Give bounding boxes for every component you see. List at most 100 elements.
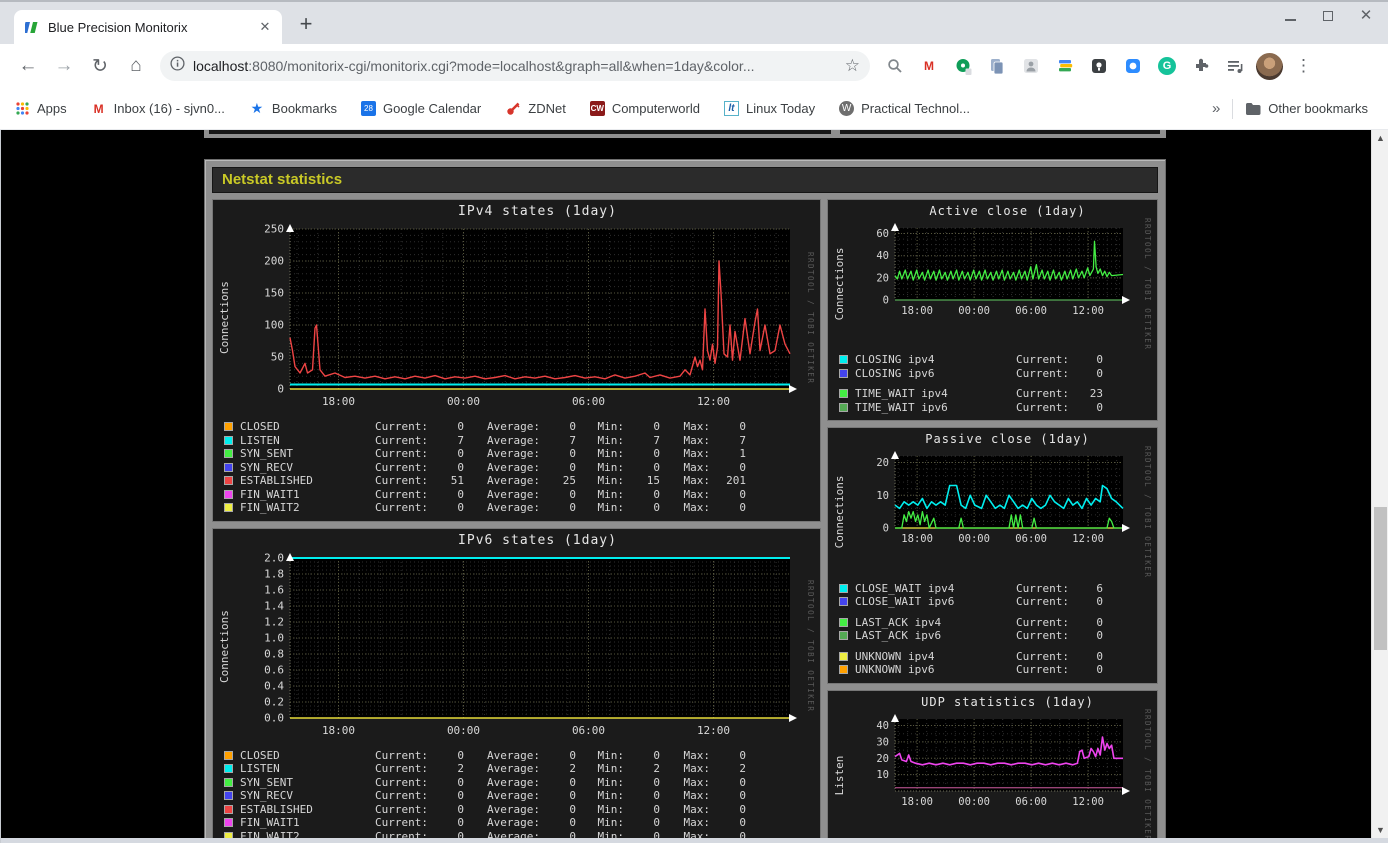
svg-text:40: 40 [876,720,889,732]
legend-swatch [839,368,848,378]
svg-text:06:00: 06:00 [572,395,605,408]
copy-pages-extension-icon[interactable] [984,53,1010,79]
legend-label: FIN_WAIT2 [240,501,300,514]
svg-text:0.4: 0.4 [264,679,284,692]
chart-ipv6-states[interactable]: IPv6 states (1day) Connections 0.0 0.2 0.4 0.… [212,527,821,839]
y-axis-label: Listen [833,754,846,795]
gmail-extension-icon[interactable]: M [916,53,942,79]
bookmark-practical-technology[interactable]: W Practical Technol... [839,101,970,116]
scroll-up-icon[interactable]: ▲ [1372,130,1388,146]
bookmark-apps[interactable]: Apps [14,101,67,117]
legend-swatch [224,764,233,773]
stat-value: 0 [457,487,464,501]
address-bar[interactable]: localhost:8080/monitorix-cgi/monitorix.c… [160,51,870,81]
voice-extension-icon[interactable] [950,53,976,79]
legend-swatch [839,402,848,412]
other-bookmarks-button[interactable]: Other bookmarks [1245,101,1368,117]
bookmark-computerworld[interactable]: CW Computerworld [589,101,700,116]
playlist-extension-icon[interactable] [1222,53,1248,79]
browser-menu-icon[interactable]: ⋮ [1291,56,1316,76]
svg-text:00:00: 00:00 [447,724,480,737]
tab-close-icon[interactable]: ✕ [256,18,274,36]
legend-swatch [839,631,848,641]
chart-ipv4-states[interactable]: IPv4 states (1day) Connections 0 50 100 150 20… [212,199,821,522]
legend-row: TIME_WAIT ipv6 Current: 0 [839,401,1152,415]
profile-avatar[interactable] [1256,52,1283,80]
stat-value: 0 [653,487,660,501]
legend-swatch [224,804,233,814]
legend-label: TIME_WAIT ipv4 [855,387,948,401]
pocket-extension-icon[interactable] [1086,53,1112,79]
wordpress-icon: W [839,101,855,116]
stat-value: 0 [1096,366,1103,380]
stat-value: 1 [739,447,746,460]
svg-text:18:00: 18:00 [901,533,933,545]
bookmark-zdnet[interactable]: ZDNet [505,101,566,117]
url-text[interactable]: localhost:8080/monitorix-cgi/monitorix.c… [193,58,839,74]
rrdtool-watermark: RRDTOOL / TOBI OETIKER [1143,218,1152,351]
bookmark-star-icon[interactable]: ☆ [845,56,860,76]
stat-value: 0 [739,748,746,762]
forward-icon[interactable]: → [48,50,80,82]
books-extension-icon[interactable] [1052,53,1078,79]
stat-value: 0 [457,748,464,762]
svg-text:200: 200 [264,255,284,268]
bookmarks-divider [1232,98,1234,119]
legend-row: CLOSING ipv6 Current: 0 [839,367,1152,381]
chart-title: Active close (1day) [929,204,1086,218]
chart-title: UDP statistics (1day) [921,694,1094,709]
stat-label: Current: [1016,366,1069,380]
camera-extension-icon[interactable] [1120,53,1146,79]
stat-value: 0 [653,460,660,474]
stat-value: 7 [653,433,660,447]
stat-label: Min: [597,789,625,802]
puzzle-extensions-icon[interactable] [1188,53,1214,79]
new-tab-button[interactable]: + [292,10,320,38]
legend-row: ESTABLISHED Current: 51 Average: 25 Min: 15 Max… [224,474,815,488]
bookmark-google-calendar[interactable]: 28 Google Calendar [360,101,481,116]
y-axis-label: Connections [833,476,846,549]
stat-value: 2 [653,762,660,775]
chart-passive-close[interactable]: Passive close (1day) Connections 0 10 20 18:0… [827,427,1158,684]
svg-text:1.6: 1.6 [264,583,284,596]
person-extension-icon[interactable] [1018,53,1044,79]
search-extension-icon[interactable] [882,53,908,79]
stat-value: 0 [457,829,464,839]
reload-icon[interactable]: ↻ [84,50,116,82]
stat-value: 0 [457,789,464,802]
browser-tab[interactable]: Blue Precision Monitorix ✕ [14,10,282,44]
bookmark-bookmarks[interactable]: ★ Bookmarks [249,100,337,117]
maximize-icon[interactable] [1322,10,1334,22]
home-icon[interactable]: ⌂ [120,50,152,82]
stat-label: Current: [1016,400,1069,414]
legend-label: SYN_SENT [240,447,293,460]
stat-label: Max: [683,501,711,514]
grammarly-extension-icon[interactable]: G [1154,53,1180,79]
legend-label: FIN_WAIT2 [240,829,300,839]
bookmarks-overflow-icon[interactable]: » [1212,100,1220,117]
stat-label: Current: [375,487,428,501]
chart-active-close[interactable]: Active close (1day) Connections 0 20 40 60 18:… [827,199,1158,422]
stat-label: Current: [375,420,428,433]
stat-value: 0 [739,420,746,433]
tab-strip: Blue Precision Monitorix ✕ + ✕ [0,2,1388,44]
svg-text:0.6: 0.6 [264,663,284,676]
page-info-icon[interactable] [170,56,185,76]
svg-text:60: 60 [876,228,889,240]
bookmark-inbox[interactable]: M Inbox (16) - sjvn0... [91,101,225,117]
vertical-scrollbar[interactable]: ▲ ▼ [1371,130,1388,838]
rrdtool-watermark: RRDTOOL / TOBI OETIKER [806,580,815,713]
close-icon[interactable]: ✕ [1360,8,1373,23]
legend-row: SYN_RECV Current: 0 Average: 0 Min: 0 Max: 0 [224,789,815,803]
svg-text:50: 50 [271,351,284,364]
chart-udp-statistics[interactable]: UDP statistics (1day) Listen 10 20 30 40 18:00… [827,689,1158,838]
bookmark-linux-today[interactable]: lt Linux Today [723,101,815,116]
scroll-down-icon[interactable]: ▼ [1372,822,1388,838]
back-icon[interactable]: ← [12,50,44,82]
stat-value: 0 [739,816,746,829]
legend-row: FIN_WAIT2 Current: 0 Average: 0 Min: 0 Max: 0 [224,501,815,515]
legend-label: SYN_SENT [240,775,293,789]
minimize-icon[interactable] [1284,10,1296,22]
scrollbar-thumb[interactable] [1374,507,1387,650]
stat-label: Current: [1016,663,1069,677]
